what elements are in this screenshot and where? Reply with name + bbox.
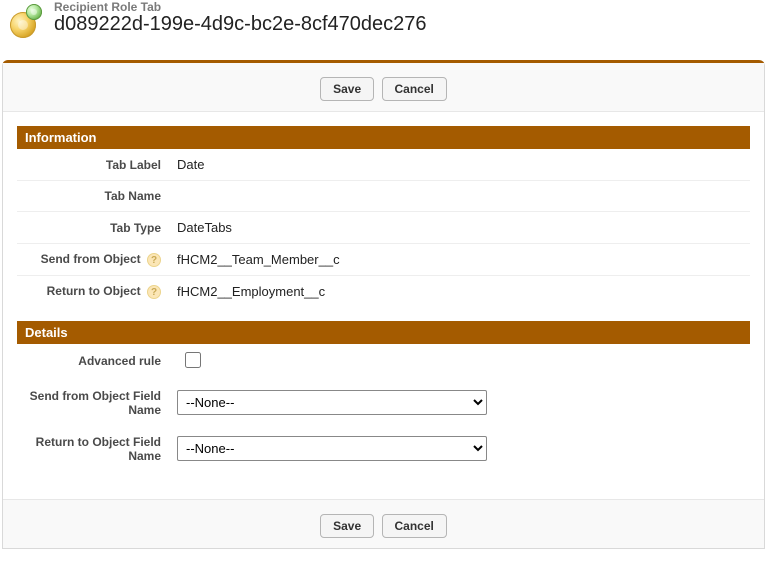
label-text-send-from-object: Send from Object [41, 252, 141, 266]
section-heading-information: Information [17, 126, 750, 149]
row-tab-name: Tab Name [17, 181, 750, 212]
section-information: Information Tab Label Date Tab Name Tab … [17, 126, 750, 307]
row-send-from-object: Send from Object ? fHCM2__Team_Member__c [17, 244, 750, 276]
save-button[interactable]: Save [320, 514, 374, 538]
label-return-to-field: Return to Object Field Name [17, 425, 167, 471]
label-send-from-object: Send from Object ? [17, 244, 167, 276]
help-icon[interactable]: ? [147, 253, 161, 267]
button-row-bottom: Save Cancel [3, 499, 764, 548]
row-advanced-rule: Advanced rule [17, 344, 750, 379]
row-return-to-field: Return to Object Field Name --None-- [17, 425, 750, 471]
page-title: d089222d-199e-4d9c-bc2e-8cf470dec276 [54, 12, 427, 36]
settings-gears-icon [8, 4, 44, 40]
cancel-button[interactable]: Cancel [382, 77, 447, 101]
page-body: Save Cancel Information Tab Label Date T… [2, 60, 765, 549]
details-table: Advanced rule Send from Object Field Nam… [17, 344, 750, 471]
value-tab-name [167, 181, 750, 212]
label-send-from-field: Send from Object Field Name [17, 379, 167, 425]
row-send-from-field: Send from Object Field Name --None-- [17, 379, 750, 425]
advanced-rule-checkbox[interactable] [185, 352, 201, 368]
send-from-field-select[interactable]: --None-- [177, 390, 487, 415]
label-return-to-object: Return to Object ? [17, 276, 167, 308]
section-details: Details Advanced rule Send from Object F… [17, 321, 750, 489]
label-tab-type: Tab Type [17, 212, 167, 244]
header-text: Recipient Role Tab d089222d-199e-4d9c-bc… [54, 0, 427, 36]
help-icon[interactable]: ? [147, 285, 161, 299]
label-tab-name: Tab Name [17, 181, 167, 212]
value-return-to-object: fHCM2__Employment__c [167, 276, 750, 308]
page-header: Recipient Role Tab d089222d-199e-4d9c-bc… [0, 0, 767, 42]
button-row-top: Save Cancel [3, 63, 764, 112]
return-to-field-select[interactable]: --None-- [177, 436, 487, 461]
cell-send-from-field: --None-- [167, 379, 750, 425]
value-tab-type: DateTabs [167, 212, 750, 244]
value-tab-label: Date [167, 149, 750, 181]
row-tab-label: Tab Label Date [17, 149, 750, 181]
label-text-return-to-object: Return to Object [47, 284, 141, 298]
label-tab-label: Tab Label [17, 149, 167, 181]
row-tab-type: Tab Type DateTabs [17, 212, 750, 244]
section-heading-details: Details [17, 321, 750, 344]
row-return-to-object: Return to Object ? fHCM2__Employment__c [17, 276, 750, 308]
cancel-button[interactable]: Cancel [382, 514, 447, 538]
cell-advanced-rule [167, 344, 750, 379]
value-send-from-object: fHCM2__Team_Member__c [167, 244, 750, 276]
save-button[interactable]: Save [320, 77, 374, 101]
information-table: Tab Label Date Tab Name Tab Type DateTab… [17, 149, 750, 307]
cell-return-to-field: --None-- [167, 425, 750, 471]
label-advanced-rule: Advanced rule [17, 344, 167, 379]
